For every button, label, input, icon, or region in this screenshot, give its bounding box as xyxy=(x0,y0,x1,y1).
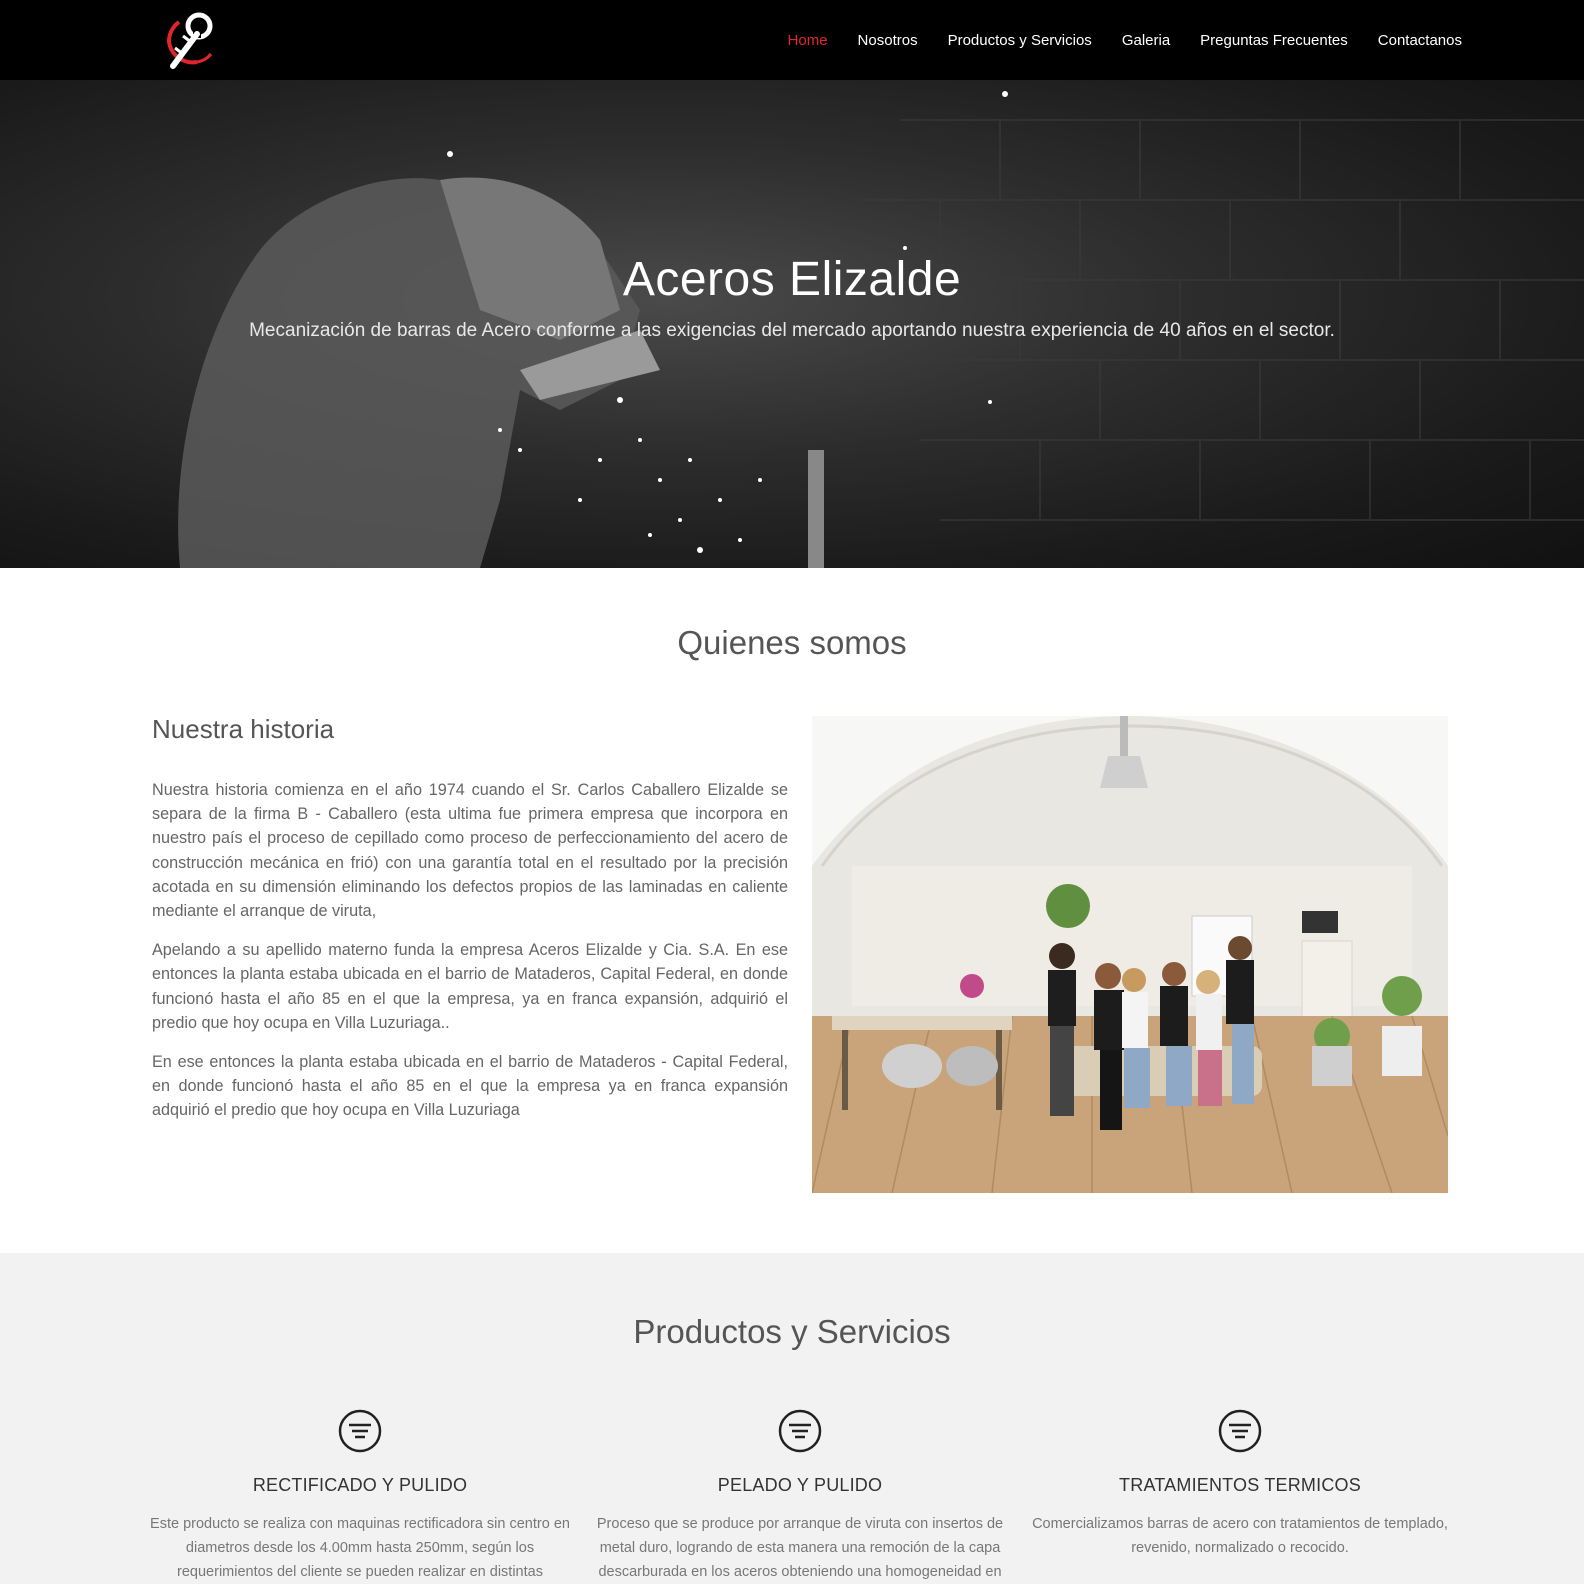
nav-nosotros[interactable]: Nosotros xyxy=(858,32,918,49)
hero-banner: Aceros Elizalde Mecanización de barras d… xyxy=(0,80,1584,568)
product-text: Proceso que se produce por arranque de v… xyxy=(596,1516,1004,1580)
logo-caliper-icon[interactable] xyxy=(163,10,219,70)
history-paragraph: En ese entonces la planta estaba ubicada… xyxy=(152,1053,788,1120)
product-text: Comercializamos barras de acero con trat… xyxy=(1032,1516,1448,1556)
team-photo xyxy=(812,716,1448,1193)
site-header: Home Nosotros Productos y Servicios Gale… xyxy=(0,0,1584,80)
about-section-title: Quienes somos xyxy=(677,624,907,661)
filter-circle-icon xyxy=(778,1409,822,1453)
hero-subtitle: Mecanización de barras de Acero conforme… xyxy=(249,320,1335,341)
history-paragraph: Nuestra historia comienza en el año 1974… xyxy=(152,781,788,921)
history-text: Nuestra historia comienza en el año 1974… xyxy=(152,778,788,1138)
products-section-title: Productos y Servicios xyxy=(633,1313,951,1350)
history-title: Nuestra historia xyxy=(152,714,335,744)
product-title[interactable]: TRATAMIENTOS TERMICOS xyxy=(1030,1475,1450,1496)
nav-contactanos[interactable]: Contactanos xyxy=(1378,32,1462,49)
filter-circle-icon xyxy=(338,1409,382,1453)
nav-productos[interactable]: Productos y Servicios xyxy=(948,32,1092,49)
product-card: PELADO Y PULIDO Proceso que se produce p… xyxy=(590,1409,1010,1584)
nav-home[interactable]: Home xyxy=(788,32,828,49)
product-text: Este producto se realiza con maquinas re… xyxy=(150,1516,570,1580)
product-card: RECTIFICADO Y PULIDO Este producto se re… xyxy=(150,1409,570,1584)
product-card: TRATAMIENTOS TERMICOS Comercializamos ba… xyxy=(1030,1409,1450,1560)
product-title[interactable]: RECTIFICADO Y PULIDO xyxy=(150,1475,570,1496)
history-paragraph: Apelando a su apellido materno funda la … xyxy=(152,941,788,1032)
nav-faq[interactable]: Preguntas Frecuentes xyxy=(1200,32,1348,49)
main-nav: Home Nosotros Productos y Servicios Gale… xyxy=(758,0,1462,80)
nav-galeria[interactable]: Galeria xyxy=(1122,32,1170,49)
products-section: Productos y Servicios RECTIFICADO Y PULI… xyxy=(0,1253,1584,1584)
filter-circle-icon xyxy=(1218,1409,1262,1453)
product-title[interactable]: PELADO Y PULIDO xyxy=(590,1475,1010,1496)
hero-title: Aceros Elizalde xyxy=(622,253,962,306)
